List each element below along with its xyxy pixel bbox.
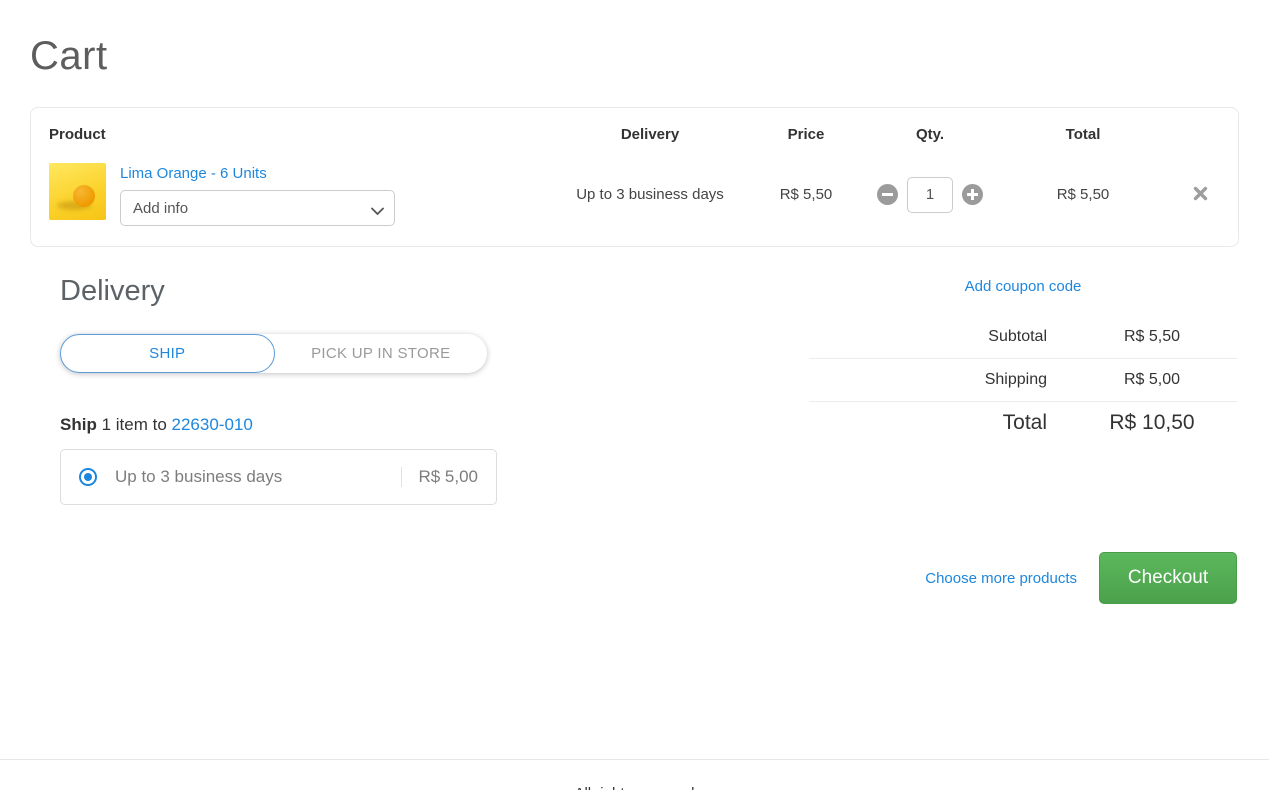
choose-more-products-link[interactable]: Choose more products [925,570,1077,587]
cart-card: Product Delivery Price Qty. Total Lima O… [30,107,1239,247]
product-image-fruit [73,185,95,207]
radio-selected-icon[interactable] [79,468,97,486]
item-delivery-estimate: Up to 3 business days [562,186,738,203]
lower-section: Delivery SHIP PICK UP IN STORE Ship 1 it… [30,275,1239,604]
footer: All rights reserved [0,759,1269,790]
shipping-option[interactable]: Up to 3 business days R$ 5,00 [60,449,497,505]
total-value: R$ 10,50 [1067,411,1237,435]
summary-row-subtotal: Subtotal R$ 5,50 [809,316,1237,359]
close-icon [1193,186,1208,201]
ship-text: 1 item to [102,415,167,434]
cart-page: Cart Product Delivery Price Qty. Total L… [0,34,1269,790]
zip-code-link[interactable]: 22630-010 [172,415,253,434]
item-total: R$ 5,50 [986,186,1180,203]
checkout-button[interactable]: Checkout [1099,552,1237,604]
shipping-value: R$ 5,00 [1067,371,1237,389]
ship-destination-line: Ship 1 item to 22630-010 [60,415,530,435]
column-header-qty: Qty. [874,126,986,143]
tab-pick-up-in-store[interactable]: PICK UP IN STORE [275,334,488,373]
shipping-option-price: R$ 5,00 [401,467,478,487]
page-title: Cart [30,34,1269,79]
plus-icon[interactable] [962,184,983,205]
tab-ship[interactable]: SHIP [60,334,275,373]
cart-table-header: Product Delivery Price Qty. Total [49,124,1220,149]
column-header-total: Total [986,126,1180,143]
subtotal-value: R$ 5,50 [1067,328,1237,346]
total-label: Total [809,411,1067,435]
order-summary: Add coupon code Subtotal R$ 5,50 Shippin… [809,275,1237,604]
product-name-link[interactable]: Lima Orange - 6 Units [120,165,395,182]
cart-actions: Choose more products Checkout [809,552,1237,604]
delivery-mode-tabs: SHIP PICK UP IN STORE [60,334,487,373]
cart-item-row: Lima Orange - 6 Units Add info Up to 3 b… [49,163,1220,226]
delivery-section-title: Delivery [60,275,530,308]
subtotal-label: Subtotal [809,328,1067,346]
footer-text: All rights reserved [574,785,694,790]
product-image [49,163,106,220]
item-price: R$ 5,50 [738,186,874,203]
column-header-price: Price [738,126,874,143]
column-header-product: Product [49,126,562,143]
column-header-delivery: Delivery [562,126,738,143]
shipping-option-label: Up to 3 business days [115,467,401,487]
ship-label: Ship [60,415,97,434]
summary-row-shipping: Shipping R$ 5,00 [809,359,1237,402]
remove-item-button[interactable] [1180,184,1220,206]
quantity-input[interactable] [907,177,953,213]
quantity-stepper [874,177,986,213]
product-info: Lima Orange - 6 Units Add info [120,163,395,226]
minus-icon[interactable] [877,184,898,205]
shipping-label: Shipping [809,371,1067,389]
product-cell: Lima Orange - 6 Units Add info [49,163,562,226]
add-info-select-wrap: Add info [120,190,395,226]
summary-table: Subtotal R$ 5,50 Shipping R$ 5,00 Total … [809,316,1237,444]
add-coupon-link[interactable]: Add coupon code [965,278,1082,295]
delivery-section: Delivery SHIP PICK UP IN STORE Ship 1 it… [60,275,530,604]
add-info-select[interactable]: Add info [120,190,395,226]
summary-row-total: Total R$ 10,50 [809,402,1237,444]
